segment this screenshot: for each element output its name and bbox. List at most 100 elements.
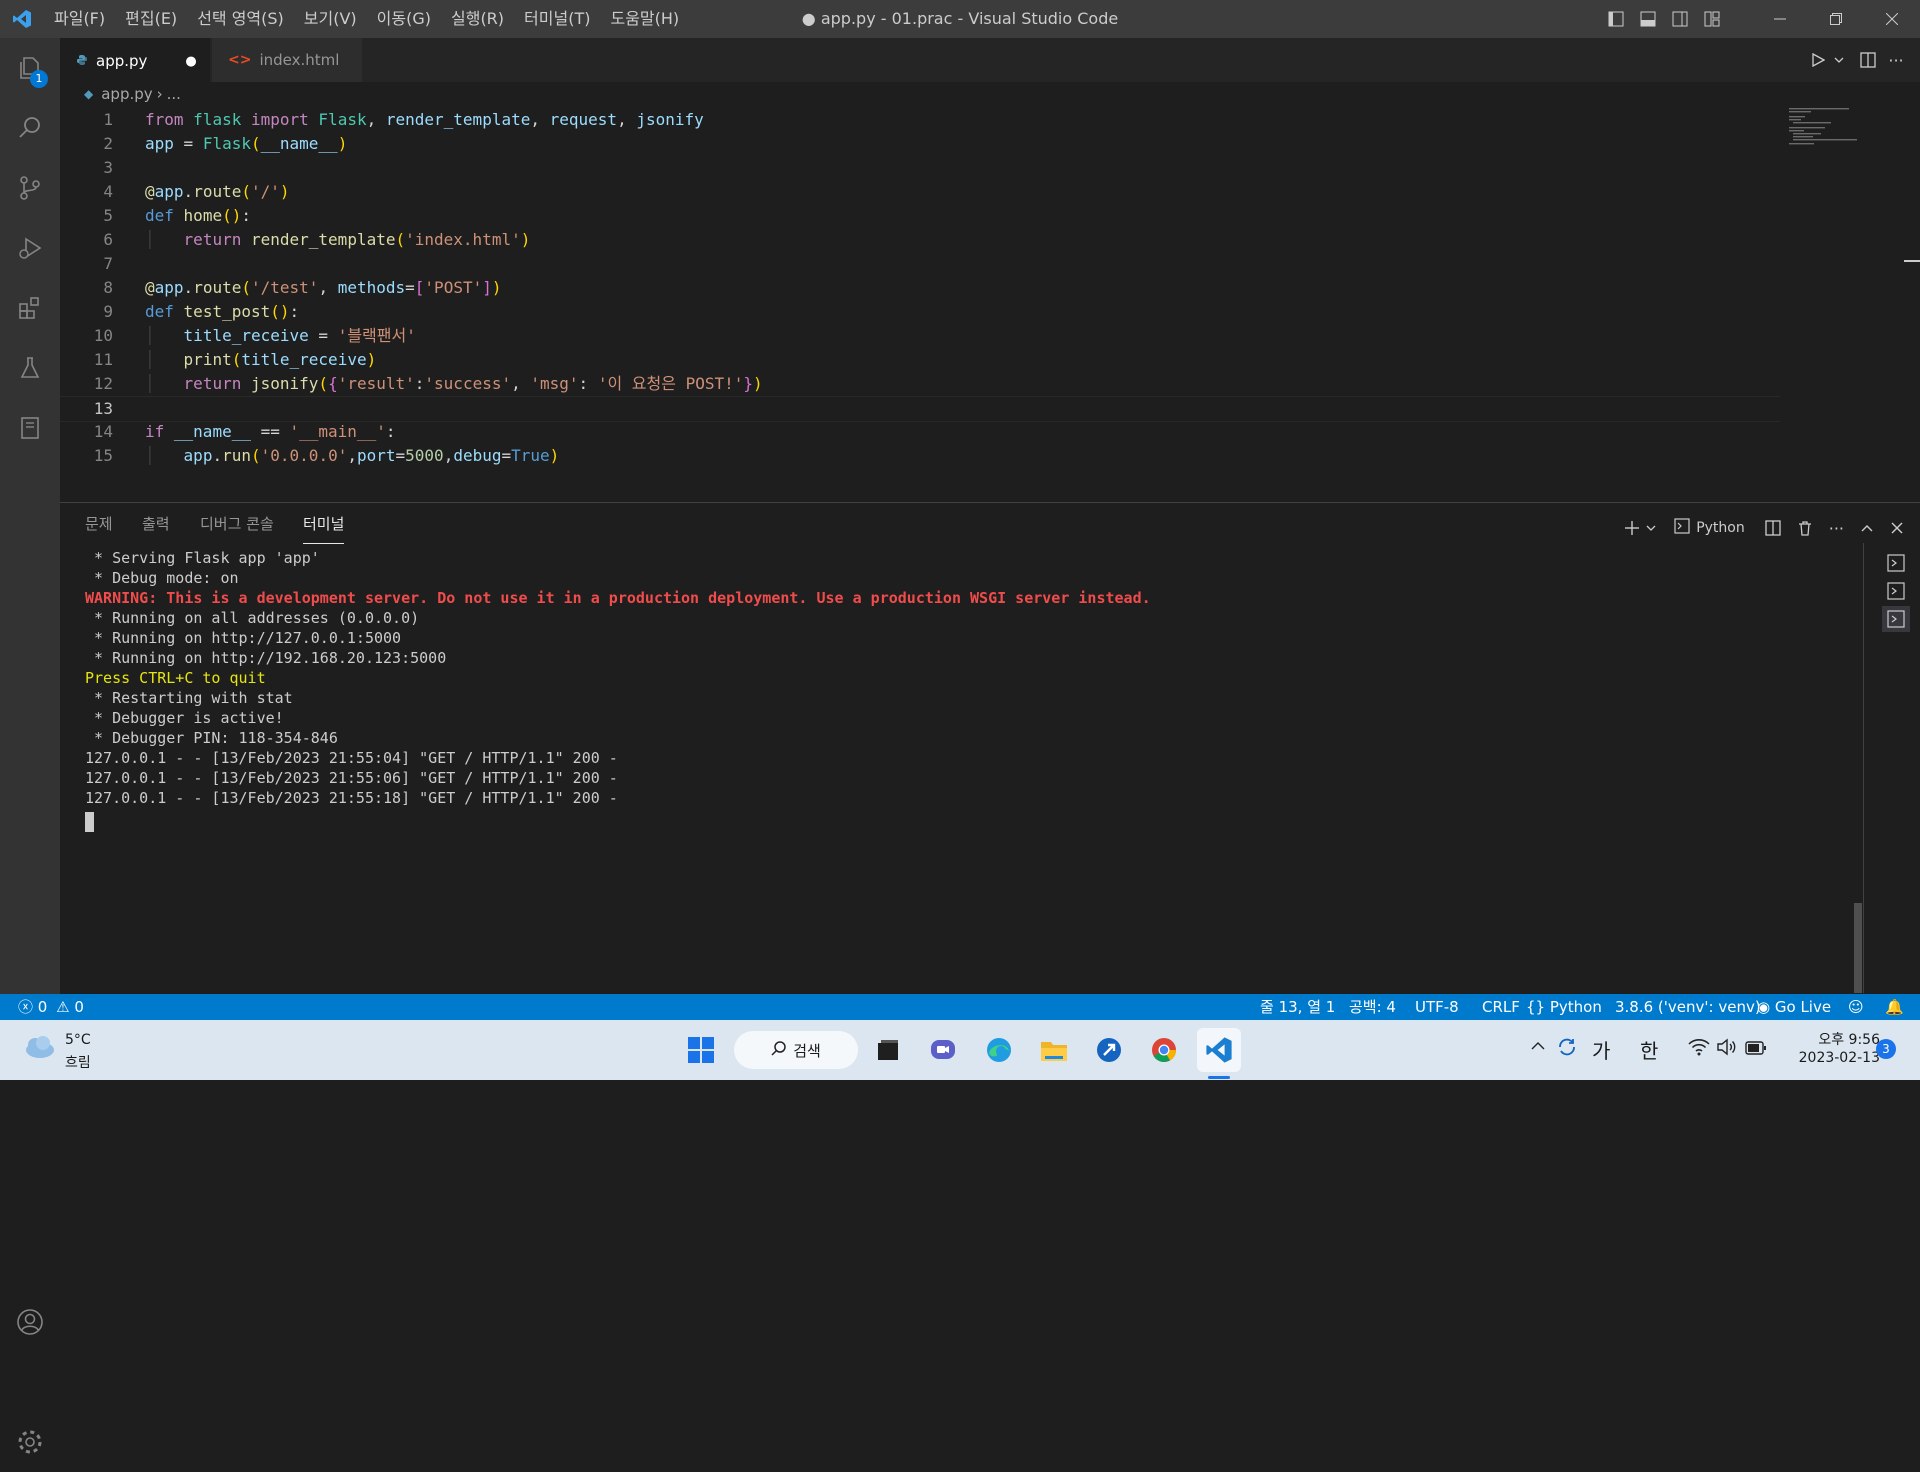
toggle-secondary-sidebar-icon[interactable] bbox=[1664, 0, 1696, 38]
menu-item-2[interactable]: 선택 영역(S) bbox=[187, 0, 294, 38]
tab-problems[interactable]: 문제 bbox=[85, 513, 113, 543]
terminal-profile-button[interactable]: Python bbox=[1668, 513, 1751, 543]
volume-icon[interactable] bbox=[1716, 1038, 1738, 1060]
source-control-icon[interactable] bbox=[0, 158, 60, 218]
notifications-bell-icon[interactable]: 🔔 bbox=[1885, 994, 1904, 1020]
vscode-taskbar-icon[interactable] bbox=[1197, 1028, 1241, 1072]
close-panel-icon[interactable] bbox=[1884, 513, 1910, 543]
terminal-instance-icon[interactable] bbox=[1882, 550, 1910, 576]
menu-item-0[interactable]: 파일(F) bbox=[44, 0, 115, 38]
menu-item-5[interactable]: 실행(R) bbox=[441, 0, 514, 38]
minimize-icon[interactable] bbox=[1752, 0, 1808, 38]
status-bar: ⓧ 0 ⚠ 0 줄 13, 열 1 공백: 4 UTF-8 CRLF {} Py… bbox=[0, 994, 1920, 1020]
more-actions-icon[interactable]: ··· bbox=[1882, 38, 1910, 82]
clock-date[interactable]: 2023-02-13 bbox=[1780, 1050, 1880, 1066]
breadcrumb-file[interactable]: app.py bbox=[101, 85, 152, 103]
bottom-panel: 문제 출력 디버그 콘솔 터미널 Python ··· * Serving Fl… bbox=[60, 502, 1920, 993]
panel-more-icon[interactable]: ··· bbox=[1823, 513, 1850, 543]
menu-item-4[interactable]: 이동(G) bbox=[367, 0, 441, 38]
terminal-profile-label: Python bbox=[1696, 520, 1745, 536]
run-and-debug-icon[interactable] bbox=[0, 218, 60, 278]
sync-icon[interactable] bbox=[1556, 1036, 1578, 1062]
editor-scrollbar[interactable] bbox=[1904, 110, 1920, 262]
code-line: 12 │ return jsonify({'result':'success', … bbox=[93, 374, 763, 393]
menu-item-3[interactable]: 보기(V) bbox=[294, 0, 367, 38]
restore-icon[interactable] bbox=[1808, 0, 1864, 38]
ime-language[interactable]: 한 bbox=[1640, 1035, 1658, 1064]
trash-icon[interactable] bbox=[1791, 513, 1819, 543]
tab-terminal[interactable]: 터미널 bbox=[303, 513, 345, 544]
wifi-icon[interactable] bbox=[1688, 1038, 1710, 1060]
terminal-cursor bbox=[85, 812, 94, 832]
toggle-primary-sidebar-icon[interactable] bbox=[1600, 0, 1632, 38]
line-ending[interactable]: CRLF bbox=[1482, 994, 1520, 1020]
remote-explorer-icon[interactable] bbox=[0, 398, 60, 458]
language-mode[interactable]: {} Python bbox=[1526, 994, 1602, 1020]
split-terminal-icon[interactable] bbox=[1759, 513, 1787, 543]
go-live-button[interactable]: ◉ Go Live bbox=[1757, 994, 1831, 1020]
toggle-panel-icon[interactable] bbox=[1632, 0, 1664, 38]
menu-item-1[interactable]: 편집(E) bbox=[115, 0, 187, 38]
menu-item-6[interactable]: 터미널(T) bbox=[514, 0, 600, 38]
search-icon[interactable] bbox=[0, 98, 60, 158]
tab-output[interactable]: 출력 bbox=[142, 513, 170, 543]
terminal-line: * Debugger is active! bbox=[85, 709, 284, 727]
teams-chat-icon[interactable] bbox=[921, 1028, 965, 1072]
clock-time[interactable]: 오후 9:56 bbox=[1780, 1029, 1880, 1049]
cursor-position[interactable]: 줄 13, 열 1 bbox=[1260, 994, 1335, 1020]
app-blue-arrow-icon[interactable] bbox=[1087, 1028, 1131, 1072]
notification-count-badge[interactable]: 3 bbox=[1876, 1039, 1896, 1059]
close-window-icon[interactable] bbox=[1864, 0, 1920, 38]
customize-layout-icon[interactable] bbox=[1696, 0, 1728, 38]
minimap[interactable] bbox=[1787, 106, 1887, 146]
explorer-badge: 1 bbox=[30, 70, 48, 88]
edge-browser-icon[interactable] bbox=[977, 1028, 1021, 1072]
weather-temp[interactable]: 5°C bbox=[65, 1032, 91, 1048]
python-interpreter[interactable]: 3.8.6 ('venv': venv) bbox=[1615, 994, 1761, 1020]
code-editor[interactable]: 1 from flask import Flask, render_templat… bbox=[60, 106, 1920, 498]
menu-item-7[interactable]: 도움말(H) bbox=[600, 0, 689, 38]
windows-taskbar: 5°C 흐림 검색 가 한 오후 9:56 2023-02-13 3 bbox=[0, 1020, 1920, 1080]
broadcast-icon: ◉ bbox=[1757, 998, 1771, 1016]
run-python-file-icon[interactable] bbox=[1804, 38, 1832, 82]
ime-mode[interactable]: 가 bbox=[1592, 1035, 1610, 1064]
encoding[interactable]: UTF-8 bbox=[1415, 994, 1459, 1020]
go-live-label: Go Live bbox=[1774, 998, 1832, 1016]
taskbar-search[interactable]: 검색 bbox=[734, 1031, 858, 1069]
breadcrumb-rest[interactable]: ... bbox=[167, 85, 181, 103]
activity-bar: 1 bbox=[0, 38, 60, 1454]
manage-gear-icon[interactable] bbox=[0, 1412, 60, 1472]
terminal-dropdown-chevron-icon[interactable] bbox=[1646, 513, 1660, 543]
warning-count: 0 bbox=[74, 998, 84, 1016]
show-hidden-icons-chevron-icon[interactable] bbox=[1530, 1038, 1546, 1058]
accounts-icon[interactable] bbox=[0, 1292, 60, 1352]
terminal-line: * Running on http://192.168.20.123:5000 bbox=[85, 649, 447, 667]
file-explorer-icon[interactable] bbox=[1032, 1028, 1076, 1072]
split-editor-icon[interactable] bbox=[1854, 38, 1882, 82]
maximize-panel-chevron-up-icon[interactable] bbox=[1854, 513, 1880, 543]
terminal-line: * Running on http://127.0.0.1:5000 bbox=[85, 629, 402, 647]
tab-debug-console[interactable]: 디버그 콘솔 bbox=[200, 513, 274, 543]
unsaved-dot-icon[interactable]: ● bbox=[185, 54, 196, 69]
testing-icon[interactable] bbox=[0, 338, 60, 398]
terminal-instance-active-icon[interactable] bbox=[1882, 606, 1910, 632]
code-line: 8 @app.route('/test', methods=['POST']) bbox=[103, 278, 502, 297]
weather-desc[interactable]: 흐림 bbox=[65, 1052, 91, 1072]
new-terminal-plus-icon[interactable] bbox=[1618, 513, 1646, 543]
tab-app-py[interactable]: app.py ● bbox=[60, 38, 210, 83]
extensions-icon[interactable] bbox=[0, 278, 60, 338]
chrome-browser-icon[interactable] bbox=[1142, 1028, 1186, 1072]
terminal-scrollbar[interactable] bbox=[1854, 903, 1862, 993]
feedback-icon[interactable]: ☺ bbox=[1848, 994, 1864, 1020]
start-windows-icon[interactable] bbox=[679, 1028, 723, 1072]
indentation[interactable]: 공백: 4 bbox=[1349, 994, 1396, 1020]
task-view-icon[interactable] bbox=[866, 1028, 910, 1072]
terminal-instance-icon[interactable] bbox=[1882, 578, 1910, 604]
problems-status[interactable]: ⓧ 0 ⚠ 0 bbox=[18, 994, 84, 1020]
chevron-down-icon[interactable] bbox=[1832, 38, 1846, 82]
terminal-warning-line: WARNING: This is a development server. D… bbox=[85, 589, 1151, 607]
tab-index-html[interactable]: <> index.html bbox=[212, 38, 362, 82]
battery-icon[interactable] bbox=[1745, 1040, 1767, 1059]
explorer-icon[interactable]: 1 bbox=[0, 38, 60, 98]
braces-icon: {} bbox=[1526, 998, 1546, 1016]
